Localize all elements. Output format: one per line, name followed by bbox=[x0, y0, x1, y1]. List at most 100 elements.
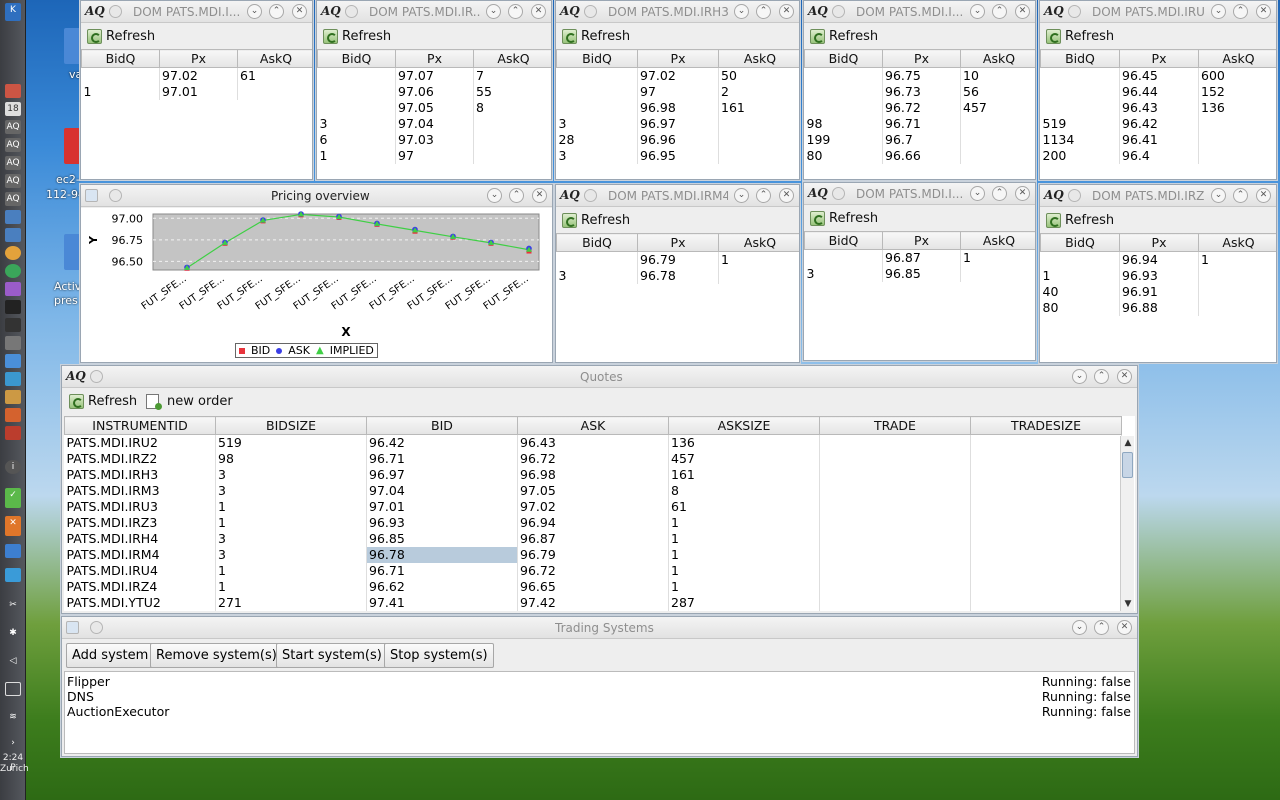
titlebar[interactable]: AQ Quotes ⌄ ⌃ ✕ bbox=[62, 366, 1137, 388]
table-row[interactable]: 97.07 7 bbox=[317, 67, 551, 84]
quote-cell[interactable]: 1 bbox=[215, 498, 367, 515]
quote-cell[interactable]: 96.43 bbox=[517, 434, 669, 451]
quote-cell[interactable]: 96.65 bbox=[517, 578, 669, 595]
table-cell[interactable] bbox=[1198, 283, 1276, 300]
quote-cell[interactable]: 287 bbox=[668, 594, 820, 611]
scroll-up-icon[interactable]: ▲ bbox=[1121, 436, 1135, 450]
table-cell[interactable]: 96.73 bbox=[882, 83, 961, 100]
titlebar[interactable]: AQ DOM PATS.MDI.IRU2 ⌄ ⌃ ✕ bbox=[1040, 1, 1276, 23]
column-header[interactable]: BidQ bbox=[317, 49, 396, 68]
column-header[interactable]: AskQ bbox=[473, 49, 551, 68]
close-icon[interactable]: ✕ bbox=[1256, 188, 1271, 203]
table-row[interactable]: 96.72 457 bbox=[804, 99, 1035, 116]
pin-icon[interactable] bbox=[109, 189, 122, 202]
table-row[interactable]: 96.45 600 bbox=[1040, 67, 1276, 84]
table-cell[interactable] bbox=[1198, 115, 1276, 132]
media-icon[interactable] bbox=[5, 282, 21, 296]
column-header[interactable]: Px bbox=[637, 49, 719, 68]
column-header[interactable]: BidQ bbox=[81, 49, 160, 68]
table-cell[interactable]: 7 bbox=[473, 67, 551, 84]
table-cell[interactable] bbox=[1198, 267, 1276, 284]
quote-cell[interactable]: 97.02 bbox=[517, 498, 669, 515]
quote-cell[interactable] bbox=[970, 434, 1122, 451]
quote-cell[interactable]: 1 bbox=[215, 514, 367, 531]
minimize-icon[interactable]: ⌄ bbox=[734, 4, 749, 19]
table-row[interactable]: 96.98 161 bbox=[556, 99, 799, 116]
terminal-icon[interactable] bbox=[5, 300, 21, 314]
pin-icon[interactable] bbox=[345, 5, 358, 18]
pin-icon[interactable] bbox=[90, 621, 103, 634]
remove-systems-button[interactable]: Remove system(s) bbox=[150, 643, 283, 668]
aq-app-icon[interactable]: AQ bbox=[5, 156, 21, 170]
quote-cell[interactable] bbox=[970, 514, 1122, 531]
trading-system-row[interactable]: AuctionExecutor Running: false bbox=[66, 704, 1133, 719]
pin-icon[interactable] bbox=[90, 370, 103, 383]
quote-cell[interactable]: PATS.MDI.IRH3 bbox=[64, 466, 216, 483]
table-cell[interactable]: 96.44 bbox=[1119, 83, 1199, 100]
app-icon[interactable] bbox=[5, 390, 21, 404]
table-row[interactable]: 1134 96.41 bbox=[1040, 131, 1276, 148]
quote-cell[interactable]: 1 bbox=[668, 546, 820, 563]
quote-cell[interactable] bbox=[819, 450, 971, 467]
aq-app-icon[interactable]: AQ bbox=[5, 120, 21, 134]
minimize-icon[interactable]: ⌄ bbox=[1072, 369, 1087, 384]
table-cell[interactable]: 97.02 bbox=[159, 67, 238, 84]
quote-cell[interactable]: 96.42 bbox=[366, 434, 518, 451]
table-cell[interactable] bbox=[960, 147, 1035, 164]
table-cell[interactable]: 96.79 bbox=[637, 251, 719, 268]
pin-icon[interactable] bbox=[584, 189, 597, 202]
table-row[interactable]: 200 96.4 bbox=[1040, 147, 1276, 164]
table-row[interactable]: 96.43 136 bbox=[1040, 99, 1276, 116]
table-cell[interactable] bbox=[718, 131, 799, 148]
table-cell[interactable]: 3 bbox=[556, 115, 638, 132]
expand-icon[interactable]: › bbox=[5, 736, 21, 750]
minimize-icon[interactable]: ⌄ bbox=[486, 4, 501, 19]
table-row[interactable]: 3 96.85 bbox=[804, 265, 1035, 282]
quote-cell[interactable]: 3 bbox=[215, 530, 367, 547]
table-cell[interactable]: 96.71 bbox=[882, 115, 961, 132]
refresh-button[interactable]: Refresh bbox=[562, 28, 630, 45]
quote-row[interactable]: PATS.MDI.YTU2 271 97.41 97.42 287 bbox=[64, 594, 1122, 611]
table-cell[interactable]: 1134 bbox=[1040, 131, 1120, 148]
quote-cell[interactable] bbox=[970, 450, 1122, 467]
table-cell[interactable] bbox=[317, 99, 396, 116]
table-row[interactable]: 97.02 50 bbox=[556, 67, 799, 84]
table-row[interactable]: 97.02 61 bbox=[81, 67, 312, 84]
table-cell[interactable]: 200 bbox=[1040, 147, 1120, 164]
table-cell[interactable]: 56 bbox=[960, 83, 1035, 100]
close-icon[interactable]: ✕ bbox=[779, 188, 794, 203]
maximize-icon[interactable]: ⌃ bbox=[269, 4, 284, 19]
column-header[interactable]: BidQ bbox=[1040, 233, 1120, 252]
close-icon[interactable]: ✕ bbox=[1015, 186, 1030, 201]
close-icon[interactable]: ✕ bbox=[531, 4, 546, 19]
dropbox-icon[interactable] bbox=[5, 544, 21, 558]
table-cell[interactable]: 98 bbox=[804, 115, 883, 132]
quote-cell[interactable]: 97.41 bbox=[366, 594, 518, 611]
aq-app-icon[interactable]: AQ bbox=[5, 174, 21, 188]
maximize-icon[interactable]: ⌃ bbox=[756, 188, 771, 203]
titlebar[interactable]: AQ DOM PATS.MDI.I... ⌄ ⌃ ✕ bbox=[81, 1, 312, 23]
quote-cell[interactable]: 3 bbox=[215, 466, 367, 483]
quote-cell[interactable]: 1 bbox=[668, 514, 820, 531]
quote-cell[interactable] bbox=[819, 594, 971, 611]
column-header[interactable]: BidQ bbox=[1040, 49, 1120, 68]
quote-cell[interactable]: 1 bbox=[668, 562, 820, 579]
maximize-icon[interactable]: ⌃ bbox=[1233, 4, 1248, 19]
wifi-icon[interactable]: ≋ bbox=[5, 710, 21, 724]
table-cell[interactable] bbox=[718, 267, 799, 284]
table-cell[interactable]: 3 bbox=[556, 267, 638, 284]
table-cell[interactable]: 152 bbox=[1198, 83, 1276, 100]
table-cell[interactable]: 97.04 bbox=[395, 115, 474, 132]
quote-cell[interactable] bbox=[819, 514, 971, 531]
quote-cell[interactable]: 96.85 bbox=[366, 530, 518, 547]
quote-cell[interactable]: 96.71 bbox=[366, 562, 518, 579]
app-icon[interactable] bbox=[5, 426, 21, 440]
table-row[interactable]: 96.79 1 bbox=[556, 251, 799, 268]
table-row[interactable]: 1 97.01 bbox=[81, 83, 312, 100]
quote-row[interactable]: PATS.MDI.IRU2 519 96.42 96.43 136 bbox=[64, 434, 1122, 451]
table-cell[interactable]: 96.42 bbox=[1119, 115, 1199, 132]
trading-system-row[interactable]: DNS Running: false bbox=[66, 689, 1133, 704]
column-header[interactable]: AskQ bbox=[960, 231, 1035, 250]
trading-system-row[interactable]: Flipper Running: false bbox=[66, 674, 1133, 689]
refresh-button[interactable]: Refresh bbox=[87, 28, 155, 45]
